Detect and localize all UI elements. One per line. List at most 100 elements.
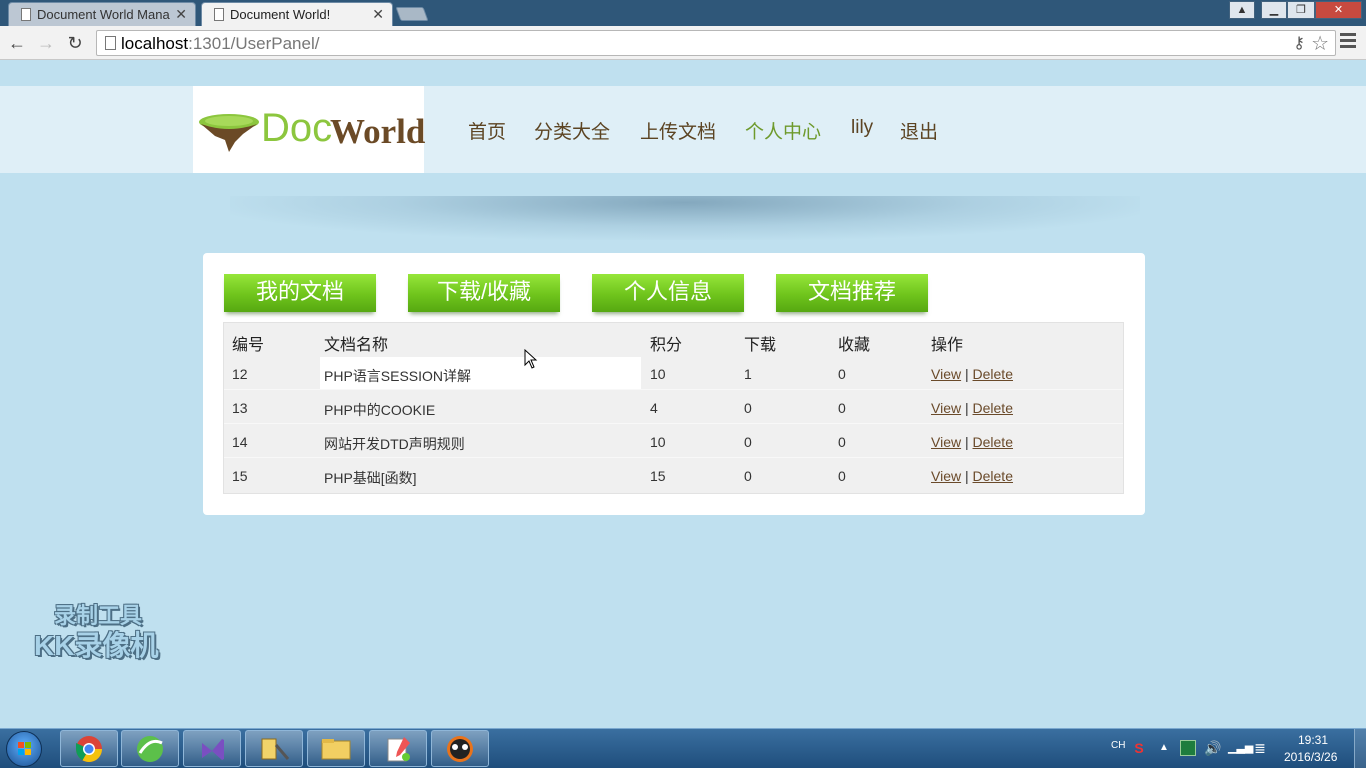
cell-favorites: 0	[838, 400, 846, 416]
cell-id: 14	[232, 434, 248, 450]
nav-home[interactable]: 首页	[468, 117, 506, 144]
action-separator: |	[964, 434, 969, 450]
row-divider	[224, 423, 1123, 424]
visual-studio-icon	[202, 739, 224, 760]
taskbar-explorer[interactable]	[307, 730, 365, 767]
bookmark-star-icon[interactable]: ☆	[1311, 31, 1329, 56]
site-logo[interactable]: Doc World	[193, 86, 425, 173]
cell-actions: View | Delete	[931, 434, 1013, 450]
tab-close-icon[interactable]: ✕	[372, 6, 384, 23]
tray-expand-icon[interactable]: ▲	[1156, 740, 1172, 756]
page-icon	[21, 8, 31, 21]
taskbar-tools[interactable]	[245, 730, 303, 767]
nav-username[interactable]: lily	[851, 117, 873, 139]
taskbar-app-green[interactable]	[121, 730, 179, 767]
browser-tab-document-world[interactable]: Document World! ✕	[201, 2, 393, 26]
explorer-folder-icon	[321, 739, 351, 760]
cell-favorites: 0	[838, 434, 846, 450]
tab-personal-info[interactable]: 个人信息	[592, 274, 744, 312]
cell-name: PHP语言SESSION详解	[324, 368, 472, 384]
tab-downloads-favorites[interactable]: 下载/收藏	[408, 274, 560, 312]
decorative-shadow	[230, 196, 1140, 240]
green-orb-icon	[137, 736, 163, 762]
row-divider	[224, 389, 1123, 390]
show-desktop-button[interactable]	[1354, 729, 1366, 768]
tools-icon	[261, 738, 290, 760]
nav-categories[interactable]: 分类大全	[534, 117, 610, 144]
cell-name: PHP中的COOKIE	[324, 402, 436, 418]
browser-tab-document-world-manager[interactable]: Document World Mana ✕	[8, 2, 196, 26]
taskbar-visual-studio[interactable]	[183, 730, 241, 767]
view-link[interactable]: View	[931, 434, 961, 450]
delete-link[interactable]: Delete	[973, 434, 1013, 450]
delete-link[interactable]: Delete	[973, 400, 1013, 416]
url-text[interactable]: localhost:1301/UserPanel/	[121, 34, 319, 54]
cell-id: 13	[232, 400, 248, 416]
header-downloads: 下载	[744, 337, 777, 354]
minimize-button[interactable]: ▁	[1261, 1, 1287, 19]
maximize-button[interactable]: ❐	[1287, 1, 1315, 19]
clock-time[interactable]: 19:31	[1298, 733, 1328, 747]
taskbar-notepad[interactable]	[369, 730, 427, 767]
user-panel: 我的文档 下载/收藏 个人信息 文档推荐 编号 文档名称 积分 下载 收藏 操作…	[203, 253, 1145, 515]
address-bar[interactable]: localhost:1301/UserPanel/ ⚷ ☆	[96, 30, 1336, 56]
security-tray-icon[interactable]	[1180, 740, 1196, 756]
menu-icon[interactable]	[1340, 33, 1356, 51]
recorder-icon	[447, 736, 473, 762]
system-tray-icon[interactable]: ≣	[1252, 740, 1268, 756]
action-separator: |	[964, 400, 969, 416]
header-points: 积分	[650, 337, 683, 354]
windows-taskbar: CH S ▲ 🔊 ▁▃▅ ≣ 19:31 2016/3/26	[0, 728, 1366, 768]
cell-favorites: 0	[838, 366, 846, 382]
back-arrow-icon[interactable]: ←	[5, 31, 29, 55]
windows-logo-icon	[18, 742, 32, 756]
url-path: :1301/UserPanel/	[188, 34, 320, 53]
volume-icon[interactable]: 🔊	[1204, 740, 1221, 756]
language-indicator[interactable]: CH	[1111, 740, 1125, 751]
input-method-icon[interactable]: S	[1131, 740, 1147, 756]
close-window-button[interactable]: ✕	[1315, 1, 1362, 19]
cell-points: 10	[650, 434, 666, 450]
taskbar-recorder[interactable]	[431, 730, 489, 767]
nav-upload[interactable]: 上传文档	[640, 117, 716, 144]
cell-actions: View | Delete	[931, 468, 1013, 484]
header-actions: 操作	[931, 337, 964, 354]
delete-link[interactable]: Delete	[973, 366, 1013, 382]
browser-toolbar: ← → ↻ localhost:1301/UserPanel/ ⚷ ☆	[0, 26, 1366, 60]
cell-id: 12	[232, 366, 248, 382]
cell-actions: View | Delete	[931, 366, 1013, 382]
taskbar-chrome[interactable]	[60, 730, 118, 767]
tab-title: Document World!	[230, 7, 331, 22]
start-button[interactable]	[6, 731, 42, 767]
forward-arrow-icon[interactable]: →	[34, 31, 58, 55]
key-icon[interactable]: ⚷	[1293, 33, 1305, 53]
tab-recommended-documents[interactable]: 文档推荐	[776, 274, 928, 312]
view-link[interactable]: View	[931, 366, 961, 382]
documents-table: 编号 文档名称 积分 下载 收藏 操作 12 PHP语言SESSION详解 10…	[223, 322, 1124, 494]
url-host: localhost	[121, 34, 189, 53]
cell-actions: View | Delete	[931, 400, 1013, 416]
reload-icon[interactable]: ↻	[63, 31, 87, 55]
tab-close-icon[interactable]: ✕	[175, 6, 187, 23]
cell-favorites: 0	[838, 468, 846, 484]
action-separator: |	[964, 468, 969, 484]
nav-user-center[interactable]: 个人中心	[745, 117, 821, 144]
cell-downloads: 0	[744, 468, 752, 484]
delete-link[interactable]: Delete	[973, 468, 1013, 484]
row-divider	[224, 457, 1123, 458]
tab-my-documents[interactable]: 我的文档	[224, 274, 376, 312]
user-profile-icon[interactable]: ▲	[1229, 1, 1255, 19]
clock-date[interactable]: 2016/3/26	[1284, 750, 1337, 764]
cell-downloads: 1	[744, 366, 752, 382]
view-link[interactable]: View	[931, 400, 961, 416]
tab-title: Document World Mana	[37, 7, 174, 22]
new-tab-button[interactable]	[395, 7, 429, 21]
chrome-icon	[75, 736, 103, 763]
page-icon	[105, 36, 116, 50]
nav-logout[interactable]: 退出	[900, 117, 938, 144]
logo-doc-text: Doc	[261, 106, 333, 150]
cell-name: PHP基础[函数]	[324, 470, 417, 486]
header-name: 文档名称	[324, 337, 389, 354]
view-link[interactable]: View	[931, 468, 961, 484]
network-signal-icon[interactable]: ▁▃▅	[1228, 740, 1253, 756]
